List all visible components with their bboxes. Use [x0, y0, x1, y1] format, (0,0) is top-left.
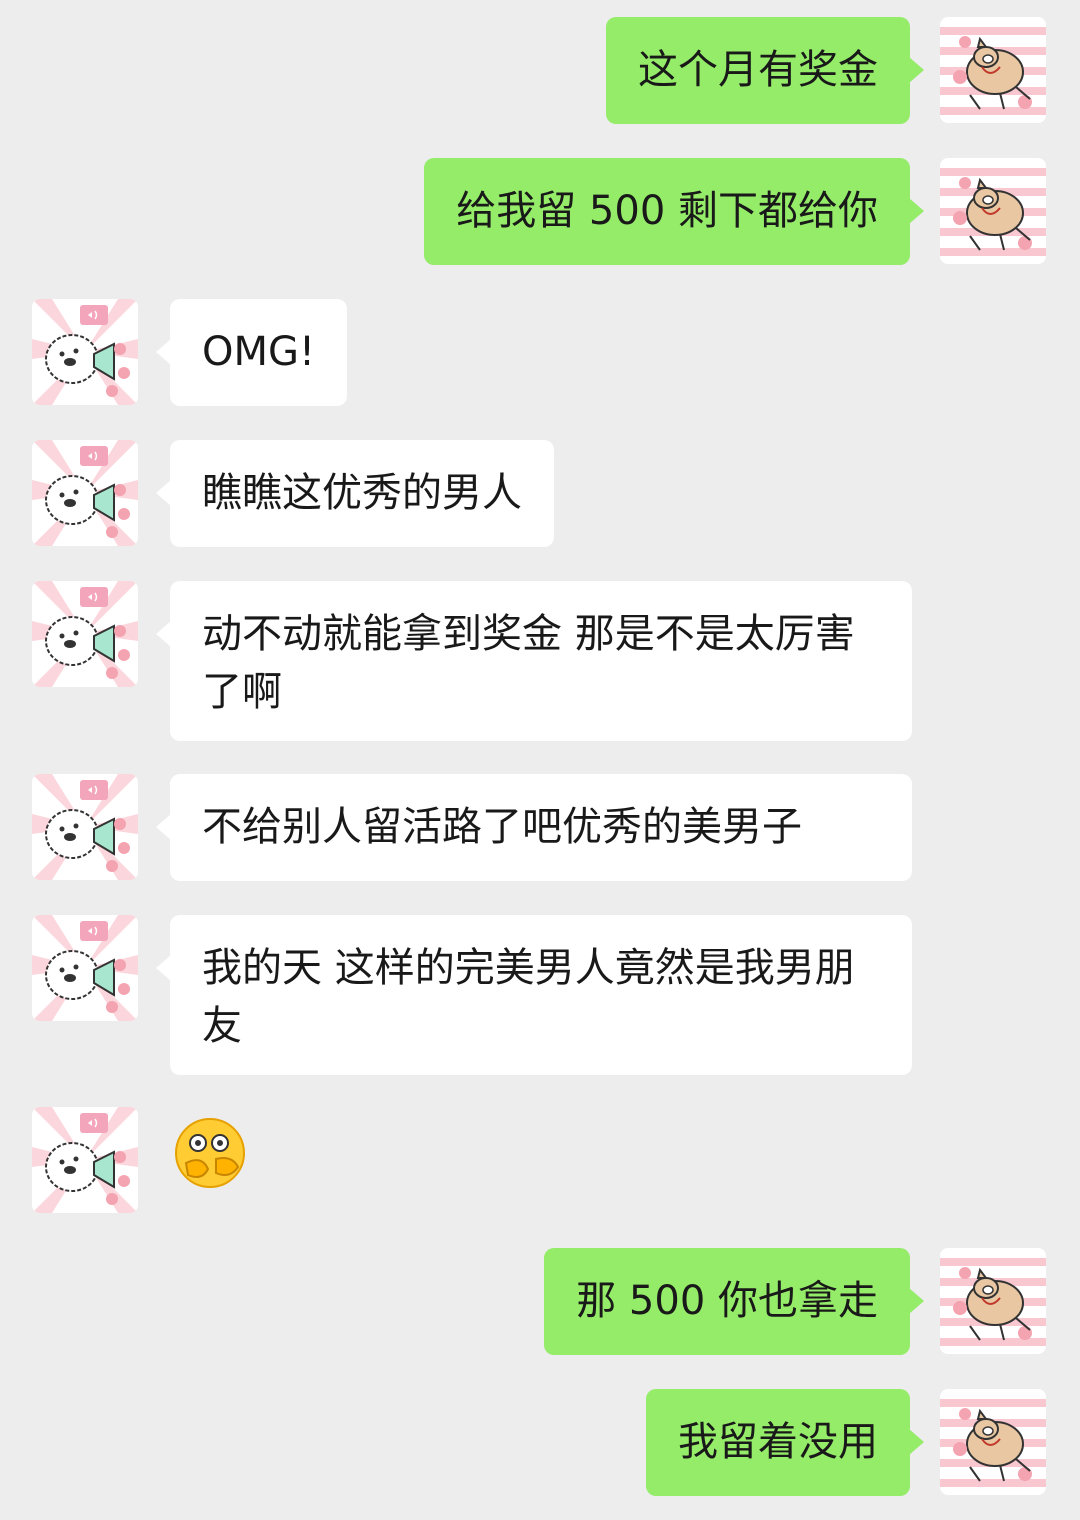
message-bubble[interactable]: OMG!	[155, 299, 348, 406]
puppy-avatar-icon	[32, 774, 138, 880]
puppy-avatar-icon	[32, 440, 138, 546]
puppy-avatar-icon	[32, 581, 138, 687]
message-bubble[interactable]: 我留着没用	[646, 1389, 924, 1496]
puppy-avatar-icon	[32, 299, 138, 405]
pig-avatar-icon	[940, 1248, 1046, 1354]
puppy-avatar-icon	[32, 915, 138, 1021]
message-row	[0, 1107, 1080, 1214]
message-bubble[interactable]: 这个月有奖金	[606, 17, 924, 124]
chat-conversation: 这个月有奖金 给我留 500 剩下都给你 OMG! 瞧瞧这优秀的男人 动不动就能…	[0, 0, 1080, 1520]
avatar[interactable]	[940, 158, 1046, 264]
message-row: 我的天 这样的完美男人竟然是我男朋友	[0, 915, 1080, 1075]
message-row: OMG!	[0, 299, 1080, 406]
avatar[interactable]	[32, 299, 138, 405]
shy-face-emoji-icon[interactable]	[172, 1115, 248, 1191]
message-bubble[interactable]: 动不动就能拿到奖金 那是不是太厉害了啊	[156, 581, 912, 741]
message-bubble[interactable]: 我的天 这样的完美男人竟然是我男朋友	[156, 915, 912, 1075]
message-row: 这个月有奖金	[0, 17, 1080, 124]
avatar[interactable]	[32, 581, 138, 687]
message-row: 动不动就能拿到奖金 那是不是太厉害了啊	[0, 581, 1080, 741]
avatar[interactable]	[940, 1389, 1046, 1495]
message-bubble[interactable]: 那 500 你也拿走	[544, 1248, 924, 1355]
message-row: 瞧瞧这优秀的男人	[0, 440, 1080, 547]
message-row: 不给别人留活路了吧优秀的美男子	[0, 774, 1080, 881]
avatar[interactable]	[32, 440, 138, 546]
message-row: 给我留 500 剩下都给你	[0, 158, 1080, 265]
message-row: 那 500 你也拿走	[0, 1248, 1080, 1355]
avatar[interactable]	[940, 17, 1046, 123]
pig-avatar-icon	[940, 158, 1046, 264]
message-row: 我留着没用	[0, 1389, 1080, 1496]
avatar[interactable]	[32, 774, 138, 880]
message-bubble[interactable]: 给我留 500 剩下都给你	[424, 158, 924, 265]
pig-avatar-icon	[940, 17, 1046, 123]
avatar[interactable]	[32, 1107, 138, 1213]
message-bubble[interactable]: 瞧瞧这优秀的男人	[156, 440, 554, 547]
message-bubble[interactable]: 不给别人留活路了吧优秀的美男子	[156, 774, 912, 881]
avatar[interactable]	[32, 915, 138, 1021]
puppy-avatar-icon	[32, 1107, 138, 1213]
pig-avatar-icon	[940, 1389, 1046, 1495]
avatar[interactable]	[940, 1248, 1046, 1354]
